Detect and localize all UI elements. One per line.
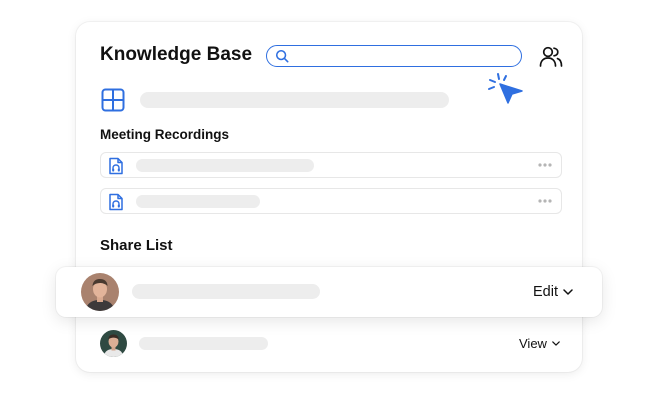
recording-row[interactable] <box>100 152 562 178</box>
section-label-share-list: Share List <box>100 237 173 254</box>
search-input[interactable] <box>266 45 522 67</box>
permission-label: Edit <box>533 284 558 300</box>
section-label-meeting-recordings: Meeting Recordings <box>100 127 230 142</box>
skeleton-line <box>132 284 320 299</box>
avatar <box>81 273 119 311</box>
cursor-click-icon <box>488 73 523 104</box>
more-options-icon[interactable] <box>537 161 553 169</box>
recording-row[interactable] <box>100 188 562 214</box>
audio-file-icon <box>109 157 123 175</box>
audio-file-icon <box>109 193 123 211</box>
permission-dropdown[interactable]: Edit <box>533 284 573 300</box>
skeleton-line <box>139 337 268 350</box>
skeleton-line <box>136 195 260 208</box>
page-title: Knowledge Base <box>100 44 253 65</box>
permission-label: View <box>519 336 547 351</box>
share-list-row: Edit <box>56 267 602 317</box>
avatar <box>100 330 127 357</box>
chevron-down-icon <box>563 289 573 295</box>
permission-dropdown[interactable]: View <box>519 336 560 351</box>
skeleton-line <box>136 159 314 172</box>
grid-icon[interactable] <box>101 88 125 112</box>
users-icon[interactable] <box>538 44 564 70</box>
chevron-down-icon <box>552 341 560 346</box>
search-icon <box>275 49 289 63</box>
more-options-icon[interactable] <box>537 197 553 205</box>
skeleton-line <box>140 92 449 108</box>
